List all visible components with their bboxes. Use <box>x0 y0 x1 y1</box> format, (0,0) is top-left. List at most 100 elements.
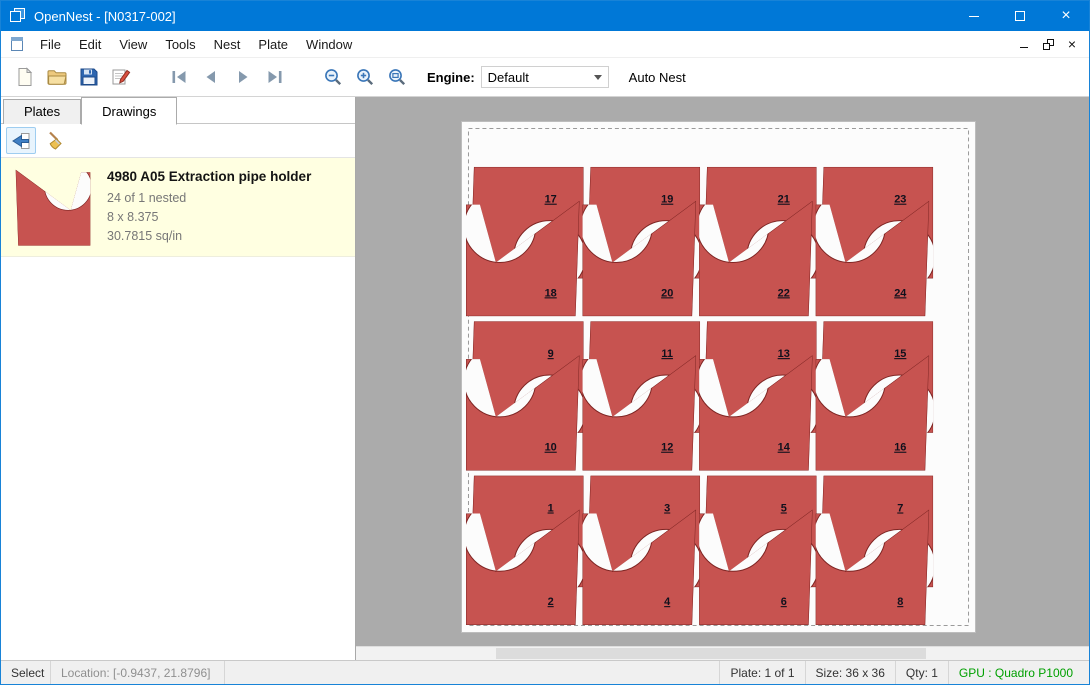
window-title: OpenNest - [N0317-002] <box>34 9 176 24</box>
new-page-icon <box>15 67 35 87</box>
mdi-restore-icon <box>1043 39 1054 50</box>
part-thumbnail <box>9 167 97 247</box>
nested-pair[interactable]: 23 24 <box>814 167 936 316</box>
part-area: 30.7815 sq/in <box>107 227 311 246</box>
menu-view[interactable]: View <box>110 31 156 57</box>
zoom-out-icon <box>323 67 343 87</box>
zoom-fit-button[interactable] <box>381 62 413 92</box>
plate-sheet[interactable]: 171819202122232491011121314151612345678 <box>461 121 976 633</box>
nested-pair[interactable]: 34 <box>581 476 703 625</box>
part-number: 16 <box>894 442 906 454</box>
mdi-restore-button[interactable] <box>1041 37 1055 51</box>
part-number: 19 <box>661 194 673 206</box>
part-number: 15 <box>894 348 906 360</box>
nest-canvas[interactable]: 171819202122232491011121314151612345678 <box>356 97 1089 660</box>
menu-edit[interactable]: Edit <box>70 31 110 57</box>
nested-pair[interactable]: 56 <box>697 476 819 625</box>
tab-plates[interactable]: Plates <box>3 99 81 124</box>
close-icon: × <box>1061 8 1070 24</box>
nested-pair[interactable]: 12 <box>464 476 586 625</box>
horizontal-scrollbar[interactable] <box>356 646 1089 660</box>
sidebar-tabs: Plates Drawings <box>1 97 355 124</box>
menu-plate[interactable]: Plate <box>249 31 297 57</box>
save-button[interactable] <box>73 62 105 92</box>
menu-nest[interactable]: Nest <box>205 31 250 57</box>
part-number: 2 <box>548 596 554 608</box>
menu-file[interactable]: File <box>31 31 70 57</box>
nested-pair[interactable]: 78 <box>814 476 936 625</box>
part-number: 14 <box>778 442 791 454</box>
status-mode: Select <box>1 661 51 684</box>
tab-drawings[interactable]: Drawings <box>81 97 177 125</box>
plate-drawing: 171819202122232491011121314151612345678 <box>462 122 975 632</box>
nested-pair[interactable]: 2122 <box>697 167 819 316</box>
scrollbar-thumb[interactable] <box>496 648 926 659</box>
clean-button[interactable] <box>41 127 71 154</box>
minimize-icon <box>969 16 979 17</box>
save-edit-button[interactable] <box>105 62 137 92</box>
part-number: 6 <box>781 596 787 608</box>
part-nested-count: 24 of 1 nested <box>107 189 311 208</box>
new-button[interactable] <box>9 62 41 92</box>
go-next-icon <box>233 67 253 87</box>
go-first-button[interactable] <box>163 62 195 92</box>
nested-pair[interactable]: 1314 <box>697 321 819 470</box>
chevron-down-icon <box>594 75 602 80</box>
mdi-minimize-button[interactable] <box>1017 37 1031 51</box>
nested-pair[interactable]: 9 10 <box>464 321 586 470</box>
go-first-icon <box>169 67 189 87</box>
part-number: 20 <box>661 287 673 299</box>
maximize-button[interactable] <box>997 1 1043 31</box>
go-last-icon <box>265 67 285 87</box>
auto-nest-button[interactable]: Auto Nest <box>623 67 692 88</box>
title-bar: OpenNest - [N0317-002] × <box>1 1 1089 31</box>
status-bar: Select Location: [-0.9437, 21.8796] Plat… <box>1 660 1089 684</box>
go-next-button[interactable] <box>227 62 259 92</box>
part-number: 17 <box>545 194 557 206</box>
status-plate: Plate: 1 of 1 <box>719 661 804 684</box>
nested-pair[interactable]: 1112 <box>581 321 703 470</box>
part-number: 22 <box>778 287 790 299</box>
save-edit-icon <box>111 67 131 87</box>
clean-broom-icon <box>46 131 66 151</box>
send-to-plate-button[interactable] <box>6 127 36 154</box>
part-number: 7 <box>897 502 903 514</box>
main-toolbar: Engine: Default Auto Nest <box>1 58 1089 97</box>
open-button[interactable] <box>41 62 73 92</box>
engine-select[interactable]: Default <box>481 66 609 88</box>
drawing-list-item[interactable]: 4980 A05 Extraction pipe holder 24 of 1 … <box>1 158 355 257</box>
part-title: 4980 A05 Extraction pipe holder <box>107 169 311 184</box>
status-size: Size: 36 x 36 <box>805 661 895 684</box>
close-button[interactable]: × <box>1043 1 1089 31</box>
open-folder-icon <box>47 67 67 87</box>
menu-bar: File Edit View Tools Nest Plate Window × <box>1 31 1089 58</box>
zoom-in-icon <box>355 67 375 87</box>
nested-pair[interactable]: 1718 <box>464 167 586 316</box>
minimize-button[interactable] <box>951 1 997 31</box>
nested-pair[interactable]: 1516 <box>814 321 936 470</box>
status-location: Location: [-0.9437, 21.8796] <box>51 661 225 684</box>
part-number: 5 <box>781 502 787 514</box>
menu-tools[interactable]: Tools <box>156 31 204 57</box>
part-number: 9 <box>548 348 554 360</box>
part-number: 23 <box>894 194 906 206</box>
part-number: 8 <box>897 596 903 608</box>
zoom-out-button[interactable] <box>317 62 349 92</box>
go-previous-icon <box>201 67 221 87</box>
zoom-in-button[interactable] <box>349 62 381 92</box>
go-last-button[interactable] <box>259 62 291 92</box>
nested-pair[interactable]: 1920 <box>581 167 703 316</box>
zoom-fit-icon <box>387 67 407 87</box>
menu-window[interactable]: Window <box>297 31 361 57</box>
engine-value: Default <box>488 70 594 85</box>
mdi-close-button[interactable]: × <box>1065 37 1079 51</box>
part-number: 24 <box>894 287 907 299</box>
maximize-icon <box>1015 11 1025 21</box>
part-number: 4 <box>664 596 671 608</box>
part-number: 10 <box>545 442 557 454</box>
mdi-minimize-icon <box>1020 47 1028 48</box>
engine-label: Engine: <box>427 70 475 85</box>
go-previous-button[interactable] <box>195 62 227 92</box>
sidebar: Plates Drawings <box>1 97 356 660</box>
document-icon[interactable] <box>9 36 25 52</box>
